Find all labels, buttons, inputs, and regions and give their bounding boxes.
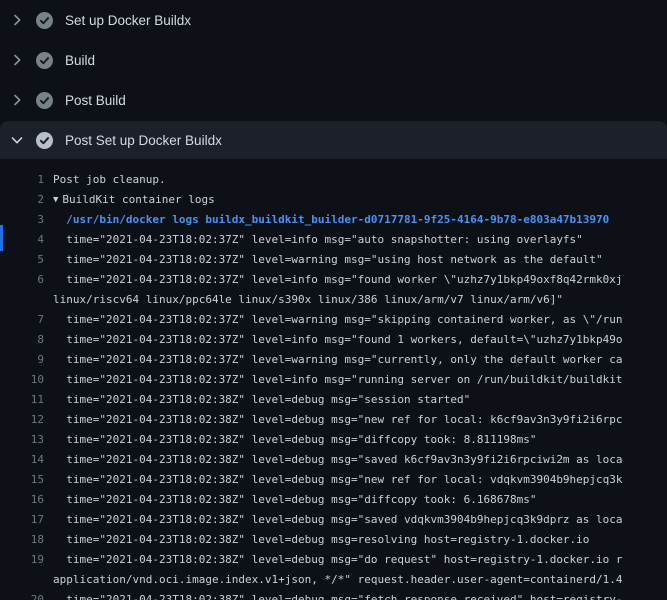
log-line: 17 time="2021-04-23T18:02:38Z" level=deb… bbox=[0, 510, 667, 530]
step-label: Post Build bbox=[65, 93, 126, 108]
log-text: time="2021-04-23T18:02:37Z" level=info m… bbox=[53, 370, 623, 390]
log-line-number[interactable]: 12 bbox=[0, 410, 44, 430]
log-text: time="2021-04-23T18:02:37Z" level=warnin… bbox=[53, 250, 603, 270]
step-row-set-up-docker-buildx[interactable]: Set up Docker Buildx bbox=[0, 0, 667, 40]
log-text: time="2021-04-23T18:02:37Z" level=warnin… bbox=[53, 350, 623, 370]
log-line: 19 time="2021-04-23T18:02:38Z" level=deb… bbox=[0, 550, 667, 570]
log-line-number[interactable]: 3 bbox=[0, 210, 44, 230]
log-line-number[interactable]: 14 bbox=[0, 450, 44, 470]
log-line-number[interactable]: 7 bbox=[0, 310, 44, 330]
log-line: 12 time="2021-04-23T18:02:38Z" level=deb… bbox=[0, 410, 667, 430]
log-text: linux/riscv64 linux/ppc64le linux/s390x … bbox=[53, 290, 563, 310]
step-row-post-set-up-docker-buildx[interactable]: Post Set up Docker Buildx bbox=[0, 121, 667, 159]
step-label: Post Set up Docker Buildx bbox=[65, 133, 222, 148]
log-line: 1 Post job cleanup. bbox=[0, 170, 667, 190]
log-line-number[interactable]: 18 bbox=[0, 530, 44, 550]
log-line: linux/riscv64 linux/ppc64le linux/s390x … bbox=[0, 290, 667, 310]
log-text: time="2021-04-23T18:02:37Z" level=warnin… bbox=[53, 310, 623, 330]
log-text: time="2021-04-23T18:02:38Z" level=debug … bbox=[53, 430, 536, 450]
log-line-number[interactable]: 15 bbox=[0, 470, 44, 490]
log-text: ▼ BuildKit container logs bbox=[53, 190, 215, 210]
log-text: time="2021-04-23T18:02:38Z" level=debug … bbox=[53, 510, 623, 530]
check-circle-icon bbox=[36, 12, 53, 29]
log-line-number[interactable]: 19 bbox=[0, 550, 44, 570]
log-text: application/vnd.oci.image.index.v1+json,… bbox=[53, 570, 623, 590]
log-line: 6 time="2021-04-23T18:02:37Z" level=info… bbox=[0, 270, 667, 290]
log-text: time="2021-04-23T18:02:38Z" level=debug … bbox=[53, 410, 623, 430]
log-line-number[interactable]: 20 bbox=[0, 590, 44, 600]
log-line: application/vnd.oci.image.index.v1+json,… bbox=[0, 570, 667, 590]
log-text: time="2021-04-23T18:02:38Z" level=debug … bbox=[53, 450, 623, 470]
log-line-number[interactable]: 9 bbox=[0, 350, 44, 370]
log-line-number[interactable]: 17 bbox=[0, 510, 44, 530]
log-group-label[interactable]: BuildKit container logs bbox=[62, 193, 214, 206]
step-row-build[interactable]: Build bbox=[0, 40, 667, 80]
check-circle-icon bbox=[36, 52, 53, 69]
step-row-post-build[interactable]: Post Build bbox=[0, 80, 667, 120]
log-line-number[interactable]: 4 bbox=[0, 230, 44, 250]
log-line: 14 time="2021-04-23T18:02:38Z" level=deb… bbox=[0, 450, 667, 470]
log-line-number[interactable]: 16 bbox=[0, 490, 44, 510]
log-line-number[interactable]: 2 bbox=[0, 190, 44, 210]
log-line-number[interactable] bbox=[0, 290, 44, 310]
log-text: time="2021-04-23T18:02:38Z" level=debug … bbox=[53, 390, 470, 410]
log-line: 10 time="2021-04-23T18:02:37Z" level=inf… bbox=[0, 370, 667, 390]
log-line-number[interactable]: 11 bbox=[0, 390, 44, 410]
focus-accent-bar bbox=[0, 225, 3, 251]
log-line: 2 ▼ BuildKit container logs bbox=[0, 190, 667, 210]
log-line-number[interactable]: 5 bbox=[0, 250, 44, 270]
log-line-number[interactable]: 8 bbox=[0, 330, 44, 350]
log-text: time="2021-04-23T18:02:37Z" level=info m… bbox=[53, 330, 623, 350]
chevron-down-icon bbox=[9, 132, 25, 148]
log-line-number[interactable]: 6 bbox=[0, 270, 44, 290]
step-label: Build bbox=[65, 53, 95, 68]
log-command-text: /usr/bin/docker logs buildx_buildkit_bui… bbox=[53, 210, 609, 230]
log-line-number[interactable] bbox=[0, 570, 44, 590]
step-label: Set up Docker Buildx bbox=[65, 13, 191, 28]
chevron-right-icon bbox=[9, 52, 25, 68]
log-line: 11 time="2021-04-23T18:02:38Z" level=deb… bbox=[0, 390, 667, 410]
log-text: Post job cleanup. bbox=[53, 170, 166, 190]
check-circle-icon bbox=[36, 92, 53, 109]
log-output: 1 Post job cleanup. 2 ▼ BuildKit container l… bbox=[0, 159, 667, 600]
log-line-number[interactable]: 13 bbox=[0, 430, 44, 450]
log-text: time="2021-04-23T18:02:38Z" level=debug … bbox=[53, 550, 623, 570]
log-line-number[interactable]: 10 bbox=[0, 370, 44, 390]
chevron-right-icon bbox=[9, 12, 25, 28]
check-circle-icon bbox=[36, 132, 53, 149]
log-text: time="2021-04-23T18:02:37Z" level=info m… bbox=[53, 270, 623, 290]
log-line: 20 time="2021-04-23T18:02:38Z" level=deb… bbox=[0, 590, 667, 600]
log-text: time="2021-04-23T18:02:37Z" level=info m… bbox=[53, 230, 583, 250]
log-text: time="2021-04-23T18:02:38Z" level=debug … bbox=[53, 490, 536, 510]
log-line-number[interactable]: 1 bbox=[0, 170, 44, 190]
log-line: 7 time="2021-04-23T18:02:37Z" level=warn… bbox=[0, 310, 667, 330]
log-line: 18 time="2021-04-23T18:02:38Z" level=deb… bbox=[0, 530, 667, 550]
chevron-right-icon bbox=[9, 92, 25, 108]
log-text: time="2021-04-23T18:02:38Z" level=debug … bbox=[53, 590, 623, 600]
log-line: 15 time="2021-04-23T18:02:38Z" level=deb… bbox=[0, 470, 667, 490]
log-line: 8 time="2021-04-23T18:02:37Z" level=info… bbox=[0, 330, 667, 350]
log-group-caret-icon[interactable]: ▼ bbox=[53, 190, 58, 210]
log-line: 3 /usr/bin/docker logs buildx_buildkit_b… bbox=[0, 210, 667, 230]
log-line: 4 time="2021-04-23T18:02:37Z" level=info… bbox=[0, 230, 667, 250]
log-text: time="2021-04-23T18:02:38Z" level=debug … bbox=[53, 530, 589, 550]
step-list: Set up Docker Buildx Build Post Build Po… bbox=[0, 0, 667, 159]
log-line: 13 time="2021-04-23T18:02:38Z" level=deb… bbox=[0, 430, 667, 450]
log-line: 16 time="2021-04-23T18:02:38Z" level=deb… bbox=[0, 490, 667, 510]
log-line: 5 time="2021-04-23T18:02:37Z" level=warn… bbox=[0, 250, 667, 270]
log-text: time="2021-04-23T18:02:38Z" level=debug … bbox=[53, 470, 623, 490]
log-line: 9 time="2021-04-23T18:02:37Z" level=warn… bbox=[0, 350, 667, 370]
